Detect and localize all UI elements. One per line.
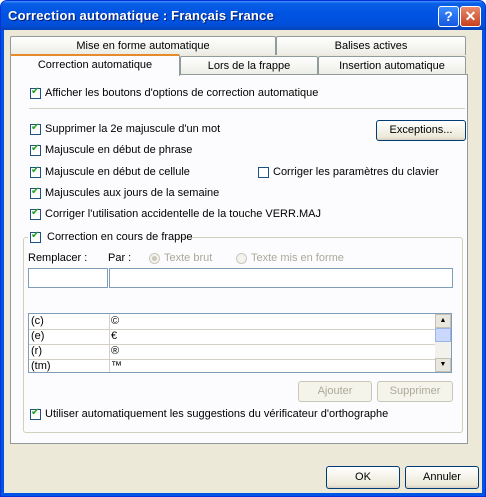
list-item[interactable]: (tm) ™ [29, 359, 435, 372]
formatted-text-label: Texte mis en forme [251, 252, 344, 264]
replace-group-title: Correction en cours de frappe [47, 231, 193, 243]
tab-correction-automatique[interactable]: Correction automatique [10, 54, 180, 76]
two-caps-checkbox[interactable] [30, 122, 41, 135]
list-item-from: (tm) [31, 360, 51, 372]
cap-sentence-checkbox[interactable] [30, 143, 41, 156]
show-buttons-label: Afficher les boutons d'options de correc… [45, 87, 319, 99]
formatted-text-radio[interactable] [236, 253, 247, 264]
title-bar[interactable]: Correction automatique : Français France… [1, 1, 485, 30]
with-input[interactable] [109, 268, 453, 288]
exceptions-button[interactable]: Exceptions... [376, 120, 466, 141]
list-item-from: (c) [31, 315, 44, 327]
list-item[interactable]: (e) € [29, 329, 435, 345]
cap-cell-label: Majuscule en début de cellule [45, 166, 190, 178]
cap-cell-checkbox[interactable] [30, 165, 41, 178]
replacement-list[interactable]: (c) © (e) € (r) ® (tm) ™ ▲ ▼ [28, 313, 452, 373]
cap-sentence-label: Majuscule en début de phrase [45, 144, 193, 156]
keyboard-settings-checkbox[interactable] [258, 167, 269, 178]
window-title: Correction automatique : Français France [8, 8, 274, 23]
list-item-to: ® [111, 345, 120, 357]
list-item[interactable]: (r) ® [29, 344, 435, 360]
list-item[interactable]: (c) © [29, 314, 435, 330]
plain-text-label: Texte brut [164, 252, 213, 264]
autocorrect-dialog: Correction automatique : Français France… [0, 0, 486, 497]
tab-panel: Afficher les boutons d'options de correc… [10, 74, 468, 444]
replace-label: Remplacer : [28, 252, 88, 264]
add-button[interactable]: Ajouter [298, 381, 372, 402]
replace-group-header: Correction en cours de frappe [28, 230, 193, 245]
spell-suggest-label: Utiliser automatiquement les suggestions… [45, 408, 389, 420]
tab-mise-en-forme-auto[interactable]: Mise en forme automatique [10, 36, 276, 55]
list-item-to: ™ [111, 360, 122, 372]
show-buttons-checkbox[interactable] [30, 86, 41, 99]
tab-lors-de-la-frappe[interactable]: Lors de la frappe [180, 56, 318, 75]
tab-balises-actives[interactable]: Balises actives [276, 36, 466, 55]
list-item-from: (r) [31, 345, 42, 357]
spell-suggest-checkbox[interactable] [30, 407, 41, 420]
plain-text-radio[interactable] [149, 253, 160, 264]
scroll-down-icon[interactable]: ▼ [435, 358, 451, 372]
cap-days-checkbox[interactable] [30, 186, 41, 199]
list-item-to: © [111, 315, 120, 327]
with-label: Par : [108, 252, 132, 264]
cap-days-label: Majuscules aux jours de la semaine [45, 187, 220, 199]
caps-lock-label: Corriger l'utilisation accidentelle de l… [45, 208, 322, 220]
replace-as-you-type-checkbox[interactable] [30, 230, 41, 243]
scroll-thumb[interactable] [435, 328, 451, 342]
scroll-up-icon[interactable]: ▲ [435, 314, 451, 328]
cancel-button[interactable]: Annuler [405, 466, 479, 489]
list-scrollbar[interactable]: ▲ ▼ [435, 314, 451, 372]
tab-insertion-automatique[interactable]: Insertion automatique [318, 56, 466, 75]
dialog-client: Mise en forme automatique Balises active… [4, 30, 482, 493]
two-caps-label: Supprimer la 2e majuscule d'un mot [45, 123, 221, 135]
list-item-from: (e) [31, 330, 45, 342]
help-button[interactable]: ? [438, 6, 459, 27]
delete-button[interactable]: Supprimer [377, 381, 453, 402]
close-button[interactable]: ✕ [460, 6, 481, 27]
separator [29, 108, 465, 109]
list-item-to: € [111, 330, 118, 342]
keyboard-settings-label: Corriger les paramètres du clavier [273, 166, 439, 178]
ok-button[interactable]: OK [326, 466, 400, 489]
caps-lock-checkbox[interactable] [30, 207, 41, 220]
replace-input[interactable] [28, 268, 108, 288]
